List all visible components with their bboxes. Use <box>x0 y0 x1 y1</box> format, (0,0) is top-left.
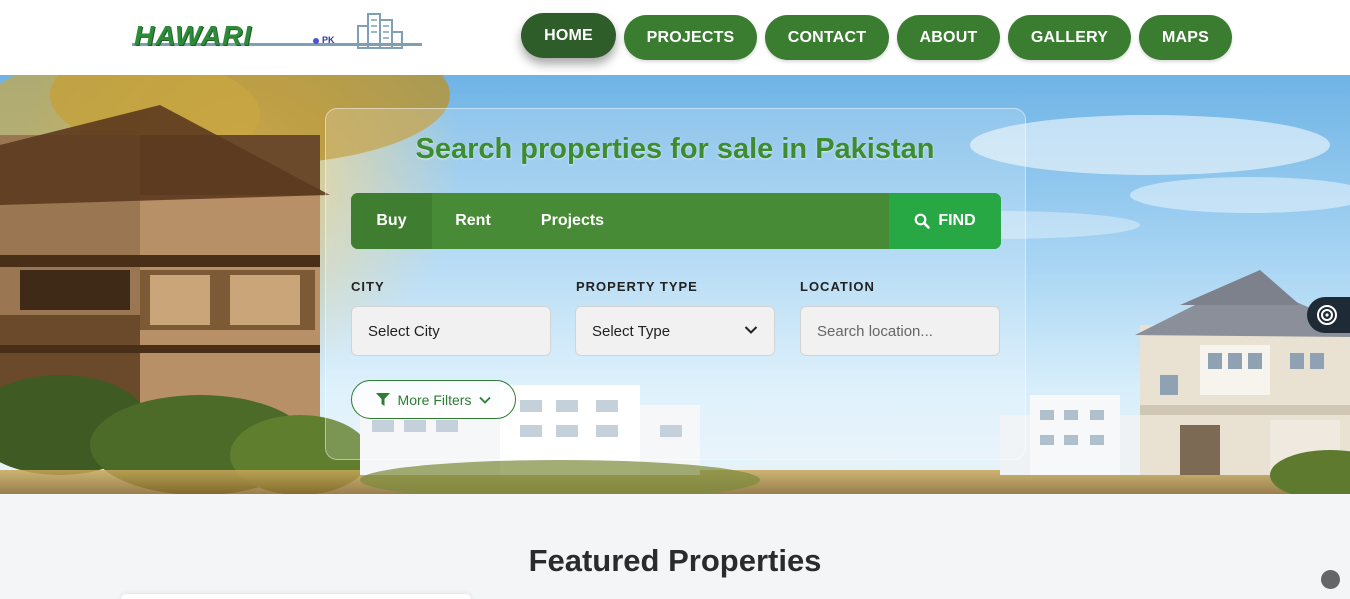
tab-buy[interactable]: Buy <box>351 193 432 249</box>
city-select-value: Select City <box>368 322 440 340</box>
search-icon <box>914 213 931 229</box>
site-logo[interactable]: HAWARI PK <box>132 10 424 60</box>
tab-projects[interactable]: Projects <box>514 193 631 249</box>
property-type-select-value: Select Type <box>592 322 671 340</box>
tab-rent[interactable]: Rent <box>432 193 514 249</box>
search-tabbar: Buy Rent Projects FIND <box>351 193 1001 249</box>
building-logo-icon <box>357 13 403 49</box>
property-type-label: PROPERTY TYPE <box>576 279 698 294</box>
location-search-placeholder: Search location... <box>817 322 933 340</box>
nav-gallery[interactable]: GALLERY <box>1008 15 1131 60</box>
site-header: HAWARI PK HOME PROJECTS CONTACT ABOUT GA… <box>0 0 1350 75</box>
featured-title: Featured Properties <box>528 543 822 578</box>
more-filters-button[interactable]: More Filters <box>351 380 516 419</box>
logo-suffix: PK <box>322 35 335 45</box>
featured-property-card[interactable] <box>121 594 471 599</box>
find-button-label: FIND <box>938 212 976 229</box>
nav-projects[interactable]: PROJECTS <box>624 15 757 60</box>
location-label: LOCATION <box>800 279 875 294</box>
city-select[interactable]: Select City <box>351 306 551 356</box>
accessibility-button[interactable] <box>1307 297 1350 333</box>
logo-dot <box>313 38 319 44</box>
logo-text: HAWARI <box>134 20 252 51</box>
nav-home[interactable]: HOME <box>521 13 616 58</box>
property-type-select[interactable]: Select Type <box>575 306 775 356</box>
nav-contact[interactable]: CONTACT <box>765 15 889 60</box>
nav-about[interactable]: ABOUT <box>897 15 1000 60</box>
chevron-down-icon <box>744 326 758 334</box>
location-search-input[interactable]: Search location... <box>800 306 1000 356</box>
chevron-down-icon <box>479 396 492 404</box>
find-button[interactable]: FIND <box>889 193 1001 249</box>
accessibility-icon <box>1317 305 1337 325</box>
hero-title: Search properties for sale in Pakistan <box>415 133 935 165</box>
more-filters-label: More Filters <box>397 391 472 408</box>
filter-icon <box>375 393 390 406</box>
scroll-indicator[interactable] <box>1321 570 1340 589</box>
nav-maps[interactable]: MAPS <box>1139 15 1232 60</box>
city-label: CITY <box>351 279 385 294</box>
hero-section: Search properties for sale in Pakistan B… <box>0 75 1350 494</box>
